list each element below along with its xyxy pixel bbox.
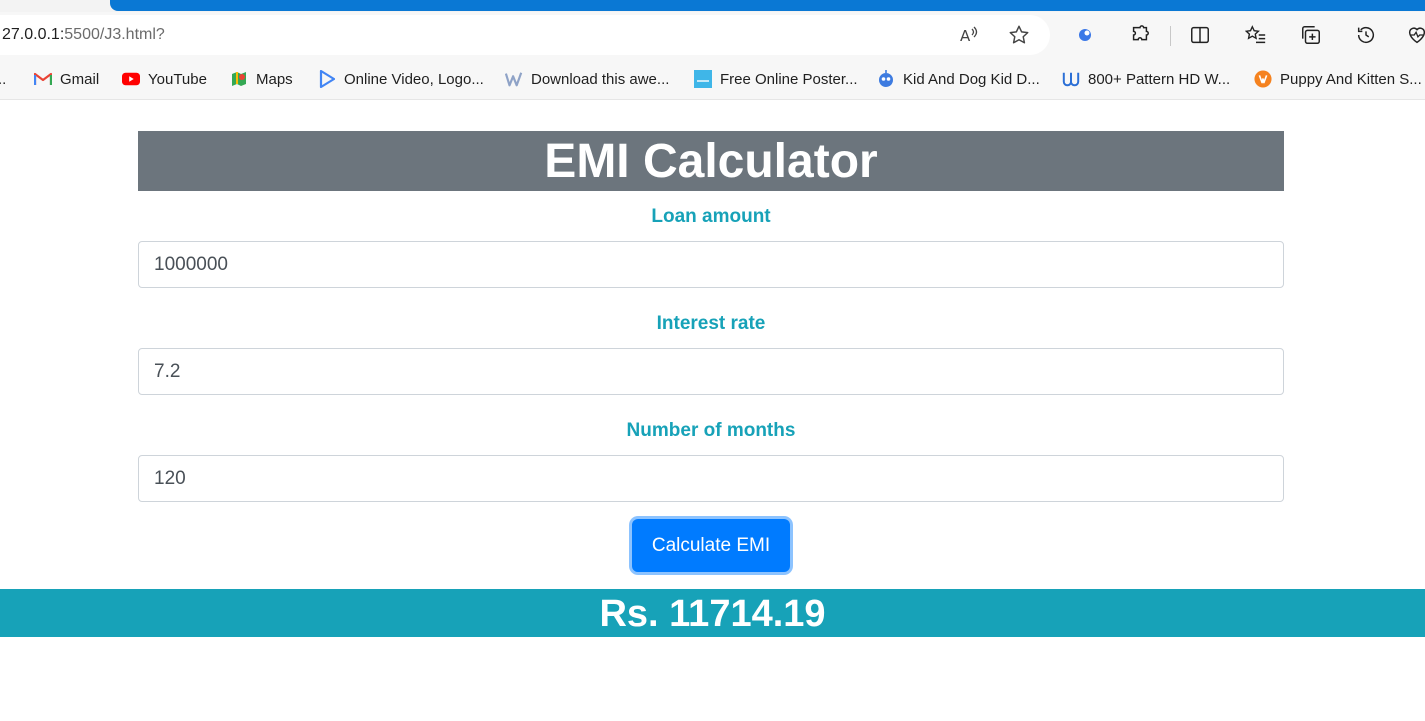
bookmark-online-video[interactable]: Online Video, Logo...	[318, 69, 484, 89]
play-icon	[318, 70, 336, 88]
tab-strip	[0, 0, 1425, 12]
number-of-months-label: Number of months	[626, 420, 796, 441]
bookmark-label: Free Online Poster...	[720, 70, 858, 88]
gmail-icon	[34, 70, 52, 88]
loan-amount-label: Loan amount	[651, 206, 771, 227]
interest-rate-input[interactable]	[138, 348, 1284, 395]
number-of-months-input[interactable]	[138, 455, 1284, 502]
pattern-w-icon	[1062, 70, 1080, 88]
bookmark-gmail[interactable]: Gmail	[34, 69, 99, 89]
bookmark-poster[interactable]: Free Online Poster...	[694, 69, 858, 89]
bookmark-label: Puppy And Kitten S...	[1280, 70, 1422, 88]
bookmark-label: 800+ Pattern HD W...	[1088, 70, 1231, 88]
favorite-star-icon[interactable]	[1008, 24, 1030, 46]
bookmark-maps[interactable]: Maps	[230, 69, 293, 89]
poster-icon	[694, 70, 712, 88]
history-icon[interactable]	[1353, 22, 1379, 48]
favorites-list-icon[interactable]	[1243, 22, 1269, 48]
heartbeat-icon[interactable]	[1404, 22, 1425, 48]
bookmark-label: Gmail	[60, 70, 100, 88]
w-logo-icon	[505, 70, 523, 88]
read-aloud-icon[interactable]: A	[958, 24, 980, 46]
svg-text:A: A	[960, 27, 971, 45]
interest-rate-label: Interest rate	[656, 313, 766, 334]
page-title: EMI Calculator	[138, 131, 1284, 191]
url-path: 5500/J3.html?	[64, 26, 165, 43]
extension-dot-icon[interactable]	[1072, 22, 1098, 48]
url-host: 27.0.0.1:	[2, 26, 65, 43]
bookmark-ellipsis: ..	[0, 70, 7, 88]
address-bar[interactable]: 27.0.0.1:5500/J3.html? A	[0, 15, 1050, 55]
bookmark-label: YouTube	[148, 70, 207, 88]
bookmark-puppy[interactable]: Puppy And Kitten S...	[1254, 69, 1422, 89]
calculate-emi-button[interactable]: Calculate EMI	[632, 519, 790, 572]
bookmark-label: Online Video, Logo...	[344, 70, 484, 88]
bookmark-pattern[interactable]: 800+ Pattern HD W...	[1062, 69, 1230, 89]
browser-window: 27.0.0.1:5500/J3.html? A . Gmail YouTube…	[0, 0, 1425, 721]
loan-amount-input[interactable]	[138, 241, 1284, 288]
bookmark-label: Download this awe...	[531, 70, 670, 88]
youtube-icon	[122, 70, 140, 88]
collections-icon[interactable]	[1298, 22, 1324, 48]
bookmark-label: Kid And Dog Kid D...	[903, 70, 1040, 88]
maps-icon	[230, 70, 248, 88]
bookmarks-bar: .. Gmail YouTube Maps Online Video, Logo…	[0, 58, 1425, 100]
bookmark-youtube[interactable]: YouTube	[122, 69, 207, 89]
emi-result: Rs. 11714.19	[0, 589, 1425, 637]
bookmark-kid-and-dog[interactable]: Kid And Dog Kid D...	[877, 69, 1040, 89]
puppy-icon	[1254, 70, 1272, 88]
browser-toolbar: 27.0.0.1:5500/J3.html? A	[0, 12, 1425, 58]
active-tab[interactable]	[110, 0, 1425, 11]
bookmark-download[interactable]: Download this awe...	[505, 69, 669, 89]
robot-icon	[877, 70, 895, 88]
bookmark-truncated[interactable]: ..	[0, 69, 6, 89]
bookmark-label: Maps	[256, 70, 293, 88]
extensions-puzzle-icon[interactable]	[1127, 22, 1153, 48]
url-text[interactable]: 27.0.0.1:5500/J3.html?	[2, 26, 165, 44]
toolbar-separator	[1170, 26, 1171, 46]
split-screen-icon[interactable]	[1187, 22, 1213, 48]
